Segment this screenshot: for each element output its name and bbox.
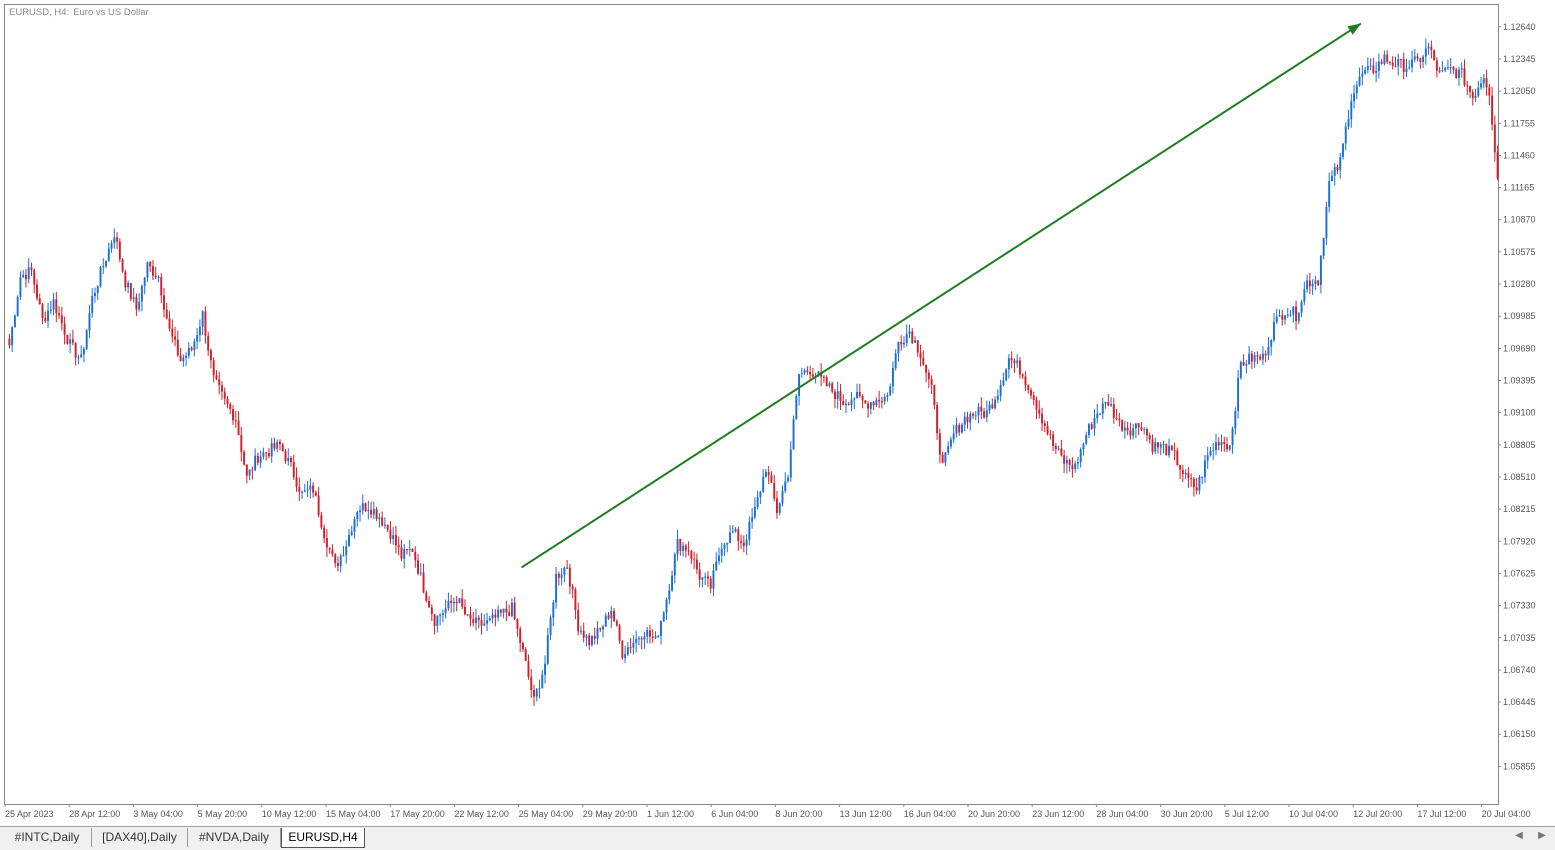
candle <box>621 640 624 660</box>
candle <box>591 635 593 647</box>
x-tick-label: 28 Apr 12:00 <box>69 809 120 819</box>
candle <box>662 611 665 623</box>
tab-label: #INTC,Daily <box>14 830 80 844</box>
tab-eurusd-h4[interactable]: EURUSD,H4 <box>281 828 365 848</box>
tab-label: [DAX40],Daily <box>102 830 177 844</box>
y-tick-label: 1.05855 <box>1503 761 1536 771</box>
x-tick-label: 10 May 12:00 <box>262 809 317 819</box>
y-tick-label: 1.07920 <box>1503 536 1536 546</box>
x-tick-label: 1 Jun 12:00 <box>647 809 694 819</box>
y-tick-label: 1.12640 <box>1503 22 1536 32</box>
x-tick-label: 6 Jun 04:00 <box>711 809 758 819</box>
candle <box>458 597 461 604</box>
y-tick-label: 1.07330 <box>1503 601 1536 611</box>
candle <box>524 647 527 662</box>
tab-dax40-daily[interactable]: [DAX40],Daily <box>92 828 188 847</box>
x-tick-label: 23 Jun 12:00 <box>1032 809 1084 819</box>
x-tick-label: 10 Jul 04:00 <box>1289 809 1338 819</box>
y-tick-label: 1.09690 <box>1503 343 1536 353</box>
y-tick-label: 1.09100 <box>1503 408 1536 418</box>
candle <box>364 502 367 512</box>
candle <box>13 314 16 328</box>
scroll-right-icon[interactable]: ▶ <box>1536 830 1548 841</box>
candle <box>795 393 798 420</box>
candle <box>243 450 246 466</box>
y-tick-label: 1.11460 <box>1503 150 1535 160</box>
y-tick-label: 1.11165 <box>1503 183 1534 193</box>
y-tick-label: 1.08805 <box>1503 440 1536 450</box>
y-tick-label: 1.06150 <box>1503 729 1536 739</box>
x-tick-label: 25 Apr 2023 <box>5 809 54 819</box>
y-tick-label: 1.07625 <box>1503 568 1536 578</box>
y-tick-label: 1.12050 <box>1503 86 1536 96</box>
x-tick-label: 15 May 04:00 <box>326 809 381 819</box>
y-tick-label: 1.12345 <box>1503 54 1536 64</box>
scroll-left-icon[interactable]: ◀ <box>1513 830 1525 841</box>
tab-nvda-daily[interactable]: #NVDA,Daily <box>188 828 281 847</box>
x-tick-label: 20 Jun 20:00 <box>968 809 1020 819</box>
y-tick-label: 1.10870 <box>1503 215 1536 225</box>
x-tick-label: 16 Jun 04:00 <box>904 809 956 819</box>
tab-intc-daily[interactable]: #INTC,Daily <box>3 828 92 847</box>
candle <box>99 265 102 288</box>
x-tick-label: 3 May 04:00 <box>133 809 183 819</box>
candle <box>121 258 124 273</box>
x-tick-label: 5 Jul 12:00 <box>1225 809 1269 819</box>
y-tick-label: 1.10575 <box>1503 247 1536 257</box>
y-tick-label: 1.08510 <box>1503 472 1536 482</box>
x-tick-label: 5 May 20:00 <box>198 809 248 819</box>
y-tick-label: 1.07035 <box>1503 633 1536 643</box>
y-tick-label: 1.09985 <box>1503 311 1536 321</box>
chart-window[interactable]: EURUSD, H4: Euro vs US Dollar 1.12640 1.12… <box>0 0 1555 826</box>
candle <box>1239 360 1242 380</box>
x-tick-label: 25 May 04:00 <box>519 809 574 819</box>
candle <box>66 334 69 345</box>
candle <box>129 283 132 302</box>
x-tick-label: 22 May 12:00 <box>454 809 509 819</box>
candle <box>1433 49 1436 61</box>
x-tick-label: 28 Jun 04:00 <box>1096 809 1148 819</box>
y-tick-label: 1.09395 <box>1503 376 1536 386</box>
x-tick-label: 30 Jun 20:00 <box>1161 809 1213 819</box>
y-tick-label: 1.10280 <box>1503 279 1536 289</box>
candle <box>85 329 88 351</box>
price-chart[interactable]: EURUSD, H4: Euro vs US Dollar 1.12640 1.12… <box>0 0 1555 826</box>
x-tick-label: 20 Jul 04:00 <box>1482 809 1531 819</box>
candle <box>1005 367 1008 382</box>
candle <box>118 238 121 263</box>
candle <box>1121 419 1124 432</box>
candle <box>1317 279 1320 286</box>
x-tick-label: 17 May 20:00 <box>390 809 445 819</box>
x-tick-label: 29 May 20:00 <box>583 809 638 819</box>
x-tick-label: 13 Jun 12:00 <box>840 809 892 819</box>
candle <box>792 415 795 450</box>
chart-tab-bar: #INTC,Daily [DAX40],Daily #NVDA,Daily EU… <box>0 826 1555 850</box>
x-tick-label: 17 Jul 12:00 <box>1417 809 1466 819</box>
y-tick-label: 1.08215 <box>1503 504 1536 514</box>
tab-label: #NVDA,Daily <box>198 830 270 844</box>
y-tick-label: 1.11755 <box>1503 118 1535 128</box>
candle <box>1165 443 1168 456</box>
y-tick-label: 1.06740 <box>1503 665 1536 675</box>
chart-title: EURUSD, H4: Euro vs US Dollar <box>9 7 149 18</box>
x-tick-label: 8 Jun 20:00 <box>775 809 822 819</box>
candle <box>16 295 19 317</box>
tab-label: EURUSD,H4 <box>288 830 358 844</box>
x-tick-label: 12 Jul 20:00 <box>1353 809 1402 819</box>
y-tick-label: 1.06445 <box>1503 697 1536 707</box>
